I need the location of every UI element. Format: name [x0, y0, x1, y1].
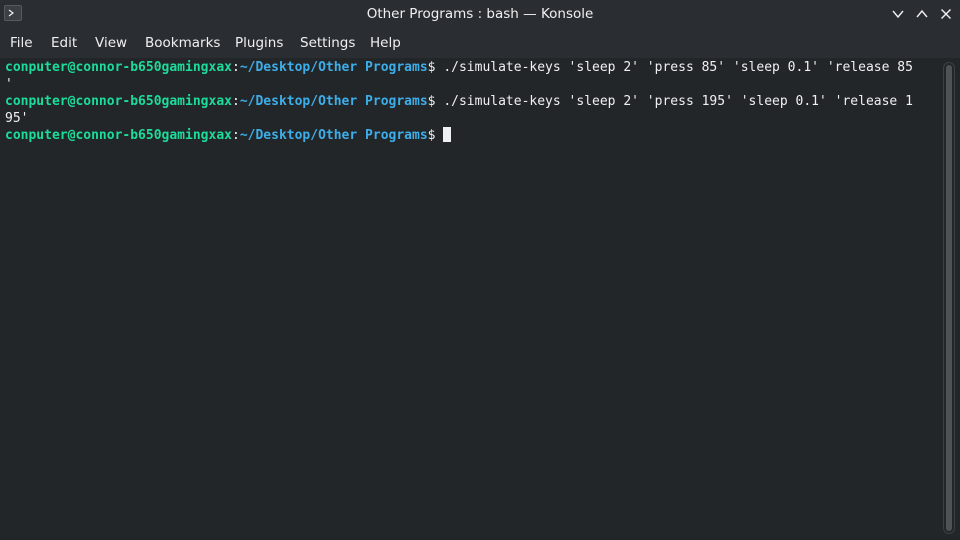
menu-settings[interactable]: Settings	[300, 29, 355, 58]
menu-file[interactable]: File	[10, 29, 33, 58]
prompt-path: ~/Desktop/Other Programs	[239, 60, 428, 75]
command-text: ./simulate-keys 'sleep 2' 'press 195' 's…	[443, 94, 913, 109]
prompt-separator: :	[231, 128, 240, 143]
menu-view[interactable]: View	[95, 29, 127, 58]
menu-bar: File Edit View Bookmarks Plugins Setting…	[0, 29, 960, 58]
close-button[interactable]	[938, 6, 954, 22]
prompt-separator: :	[231, 94, 240, 109]
prompt-user: conputer@connor-b650gamingxax	[5, 128, 232, 143]
terminal-line: conputer@connor-b650gamingxax:~/Desktop/…	[5, 59, 913, 76]
command-wrap-text: 95'	[5, 111, 29, 126]
prompt-path: ~/Desktop/Other Programs	[239, 94, 428, 109]
terminal-line: conputer@connor-b650gamingxax:~/Desktop/…	[5, 93, 913, 110]
prompt-separator: :	[231, 60, 240, 75]
terminal-output[interactable]: conputer@connor-b650gamingxax:~/Desktop/…	[0, 58, 940, 540]
menu-edit[interactable]: Edit	[51, 29, 77, 58]
chevron-down-icon	[892, 10, 904, 19]
prompt-user: conputer@connor-b650gamingxax	[5, 94, 232, 109]
prompt-path: ~/Desktop/Other Programs	[239, 128, 428, 143]
command-wrap-text: '	[5, 77, 13, 92]
terminal-line-wrap: 95'	[5, 110, 28, 127]
konsole-window: Other Programs : bash — Konsole File Edi…	[0, 0, 960, 540]
text-cursor	[443, 127, 452, 142]
title-bar[interactable]: Other Programs : bash — Konsole	[0, 0, 960, 29]
chevron-up-icon	[916, 9, 928, 18]
terminal-line: conputer@connor-b650gamingxax:~/Desktop/…	[5, 127, 452, 144]
menu-plugins[interactable]: Plugins	[235, 29, 283, 58]
prompt-dollar: $	[427, 128, 444, 143]
scrollbar[interactable]	[943, 62, 955, 534]
maximize-button[interactable]	[914, 6, 930, 22]
prompt-dollar: $	[427, 94, 444, 109]
command-text: ./simulate-keys 'sleep 2' 'press 85' 'sl…	[443, 60, 913, 75]
window-title: Other Programs : bash — Konsole	[366, 6, 594, 22]
minimize-button[interactable]	[890, 6, 906, 22]
prompt-user: conputer@connor-b650gamingxax	[5, 60, 232, 75]
prompt-dollar: $	[427, 60, 444, 75]
menu-help[interactable]: Help	[370, 29, 401, 58]
terminal-line-wrap: '	[5, 76, 13, 93]
scrollbar-thumb[interactable]	[946, 65, 952, 531]
close-icon	[941, 9, 951, 19]
menu-bookmarks[interactable]: Bookmarks	[145, 29, 220, 58]
